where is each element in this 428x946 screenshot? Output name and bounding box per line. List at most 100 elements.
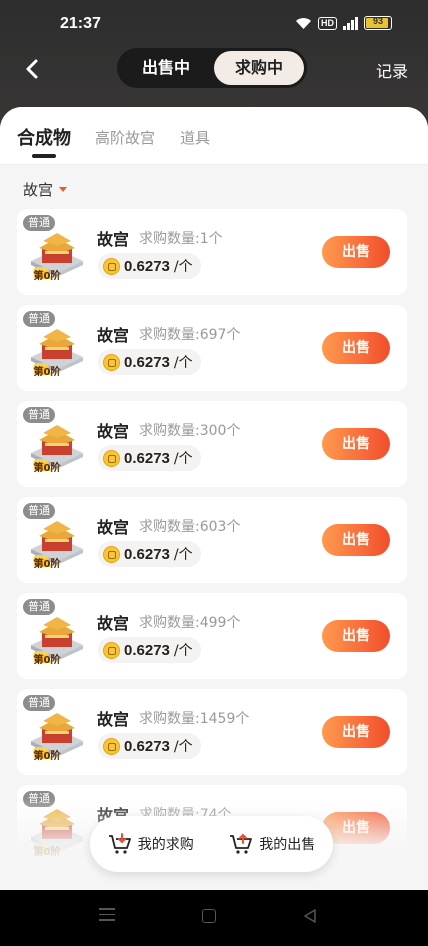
price-pill: 0.6273 /个: [98, 541, 201, 567]
item-name: 故宫: [97, 422, 130, 441]
coin-icon: [103, 641, 120, 659]
item-card[interactable]: 第0阶 普通 故宫 求购数量:300个 0.6273 /个 出售: [17, 401, 407, 487]
tier-label: 第0阶: [33, 271, 61, 282]
price-value: 0.6273: [124, 737, 170, 755]
palace-thumbnail: 第0阶: [27, 515, 87, 573]
my-sell-button[interactable]: 我的出售: [212, 833, 334, 855]
price-value: 0.6273: [124, 257, 170, 275]
price-pill: 0.6273 /个: [98, 637, 201, 663]
hd-badge: HD: [318, 16, 337, 30]
item-card[interactable]: 第0阶 普通 故宫 求购数量:603个 0.6273 /个 出售: [17, 497, 407, 583]
coin-icon: [103, 545, 120, 563]
price-pill: 0.6273 /个: [98, 253, 201, 279]
tier-label: 第0阶: [33, 751, 61, 762]
rarity-badge: 普通: [23, 311, 55, 327]
buy-quantity: 求购数量:1个: [139, 231, 223, 247]
floating-action-bar: 我的求购 我的出售: [90, 816, 333, 872]
coin-icon: [103, 353, 120, 371]
my-buy-button[interactable]: 我的求购: [90, 833, 212, 855]
main-content: 合成物 高阶故宫 道具 故宫 第0阶 普通 故宫 求购数量:1个 0.6273 …: [0, 107, 428, 890]
cart-down-icon: [108, 833, 132, 855]
rarity-badge: 普通: [23, 407, 55, 423]
palace-thumbnail: 第0阶: [27, 419, 87, 477]
tab-advanced-palace[interactable]: 高阶故宫: [95, 127, 155, 148]
buy-quantity: 求购数量:499个: [139, 615, 241, 631]
price-pill: 0.6273 /个: [98, 445, 201, 471]
sell-button[interactable]: 出售: [322, 620, 390, 652]
tab-buying[interactable]: 求购中: [214, 51, 304, 85]
tab-props[interactable]: 道具: [180, 127, 210, 148]
filter-label: 故宫: [23, 181, 54, 199]
my-sell-label: 我的出售: [259, 837, 316, 853]
home-icon[interactable]: [202, 909, 216, 923]
back-icon[interactable]: [20, 56, 46, 82]
coin-icon: [103, 257, 120, 275]
item-card[interactable]: 第0阶 普通 故宫 求购数量:1459个 0.6273 /个 出售: [17, 689, 407, 775]
battery-level: 93: [372, 16, 383, 26]
sell-button[interactable]: 出售: [322, 716, 390, 748]
cart-up-icon: [229, 833, 253, 855]
buy-quantity: 求购数量:300个: [139, 423, 241, 439]
item-card[interactable]: 第0阶 普通 故宫 求购数量:499个 0.6273 /个 出售: [17, 593, 407, 679]
price-value: 0.6273: [124, 353, 170, 371]
rarity-badge: 普通: [23, 503, 55, 519]
status-bar: 21:37 HD 93: [0, 0, 428, 48]
palace-thumbnail: 第0阶: [27, 323, 87, 381]
coin-icon: [103, 449, 120, 467]
price-unit: /个: [173, 451, 193, 467]
price-unit: /个: [173, 739, 193, 755]
item-card[interactable]: 第0阶 普通 故宫 求购数量:1个 0.6273 /个 出售: [17, 209, 407, 295]
status-time: 21:37: [60, 15, 101, 32]
sell-button[interactable]: 出售: [322, 428, 390, 460]
palace-thumbnail: 第0阶: [27, 227, 87, 285]
menu-icon[interactable]: [99, 908, 115, 922]
buy-quantity: 求购数量:603个: [139, 519, 241, 535]
status-icons: HD 93: [295, 16, 392, 30]
item-name: 故宫: [97, 710, 130, 729]
item-name: 故宫: [97, 230, 130, 249]
rarity-badge: 普通: [23, 695, 55, 711]
price-value: 0.6273: [124, 641, 170, 659]
item-name: 故宫: [97, 614, 130, 633]
active-tab-indicator: [32, 154, 56, 158]
buy-quantity: 求购数量:697个: [139, 327, 241, 343]
header: 出售中 求购中 记录: [0, 48, 428, 92]
tab-selling[interactable]: 出售中: [121, 51, 211, 85]
palace-thumbnail: 第0阶: [27, 611, 87, 669]
price-unit: /个: [173, 355, 193, 371]
item-name: 故宫: [97, 518, 130, 537]
tier-label: 第0阶: [33, 463, 61, 474]
caret-down-icon: [59, 187, 68, 192]
system-nav-bar: [0, 890, 428, 946]
tier-label: 第0阶: [33, 559, 61, 570]
coin-icon: [103, 737, 120, 755]
sell-button[interactable]: 出售: [322, 332, 390, 364]
buy-quantity: 求购数量:1459个: [139, 711, 250, 727]
sell-button[interactable]: 出售: [322, 236, 390, 268]
tier-label: 第0阶: [33, 655, 61, 666]
category-tabs: 合成物 高阶故宫 道具: [0, 107, 428, 165]
back-triangle-icon[interactable]: [303, 908, 317, 927]
price-unit: /个: [173, 547, 193, 563]
sell-button[interactable]: 出售: [322, 524, 390, 556]
item-card[interactable]: 第0阶 普通 故宫 求购数量:697个 0.6273 /个 出售: [17, 305, 407, 391]
tab-composite[interactable]: 合成物: [17, 124, 71, 150]
palace-thumbnail: 第0阶: [27, 707, 87, 765]
record-link[interactable]: 记录: [376, 58, 408, 82]
price-value: 0.6273: [124, 545, 170, 563]
price-unit: /个: [173, 259, 193, 275]
mode-segmented-control: 出售中 求购中: [117, 48, 307, 88]
filter-dropdown[interactable]: 故宫: [23, 179, 68, 200]
tier-label: 第0阶: [33, 367, 61, 378]
rarity-badge: 普通: [23, 215, 55, 231]
price-value: 0.6273: [124, 449, 170, 467]
price-pill: 0.6273 /个: [98, 349, 201, 375]
rarity-badge: 普通: [23, 599, 55, 615]
price-pill: 0.6273 /个: [98, 733, 201, 759]
signal-icon: [343, 16, 358, 30]
my-buy-label: 我的求购: [137, 837, 194, 853]
battery-icon: 93: [364, 16, 392, 30]
price-unit: /个: [173, 643, 193, 659]
wifi-icon: [295, 17, 312, 30]
item-name: 故宫: [97, 326, 130, 345]
